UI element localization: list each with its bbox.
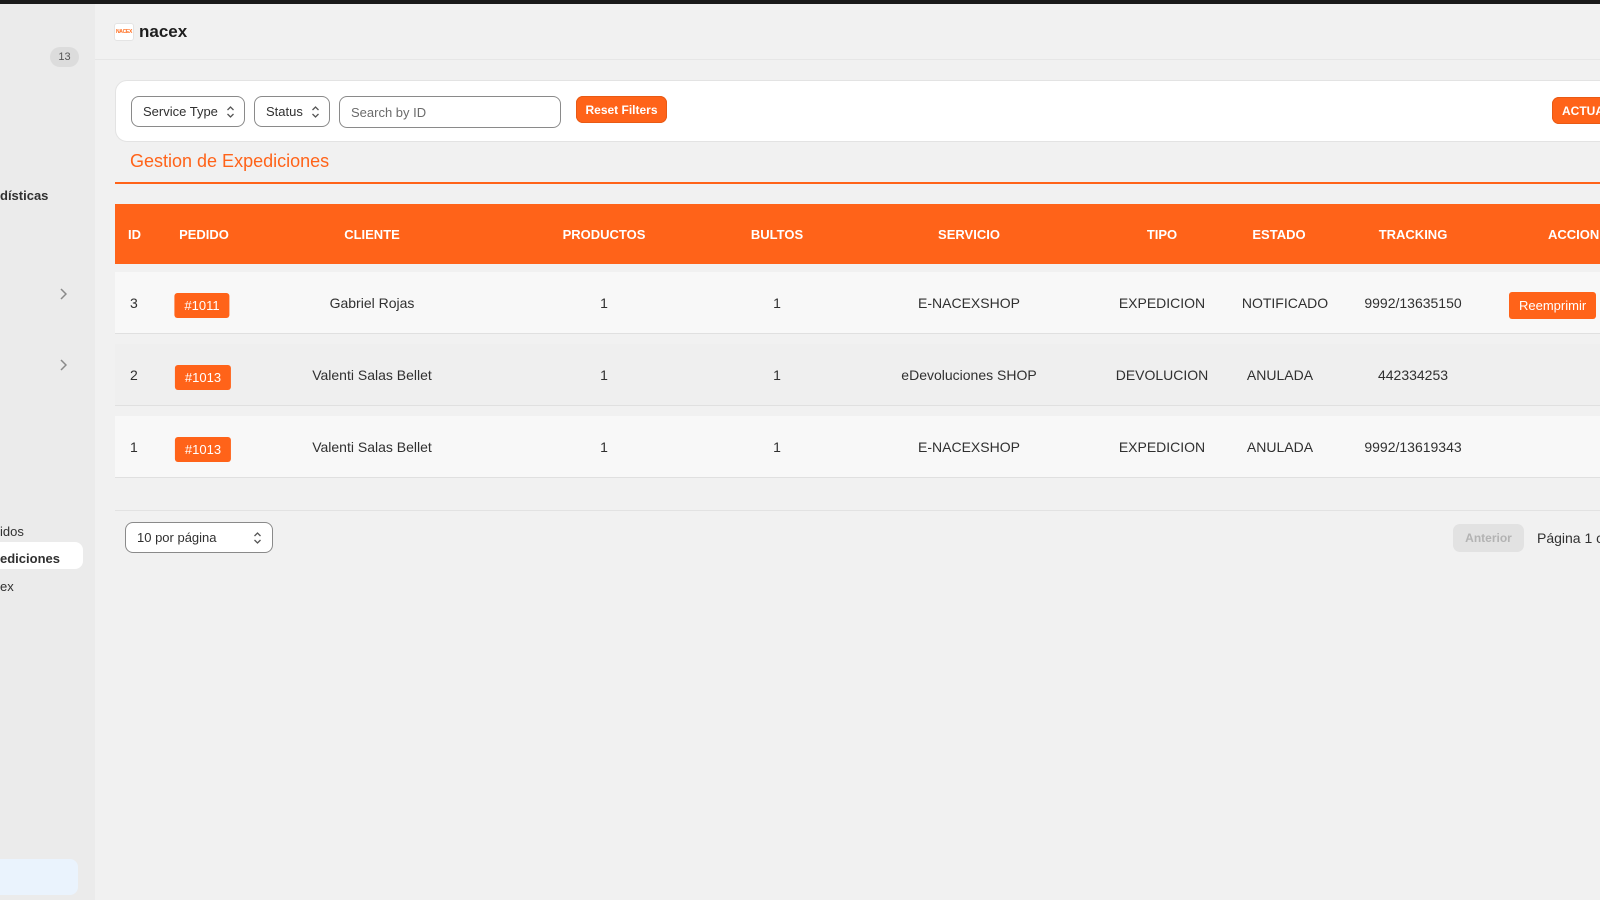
per-page-label: 10 por página (137, 530, 217, 545)
cell-cliente: Gabriel Rojas (329, 295, 415, 311)
app-title: nacex (139, 22, 188, 41)
column-header-productos[interactable]: PRODUCTOS (563, 204, 646, 264)
chevron-right-icon[interactable] (56, 358, 70, 372)
select-arrows-icon (226, 105, 235, 122)
column-header-tracking[interactable]: TRACKING (1379, 204, 1448, 264)
search-input[interactable] (339, 96, 561, 128)
cell-bultos: 1 (773, 367, 781, 383)
page-title: Gestion de Expediciones (130, 151, 330, 171)
column-header-estado[interactable]: ESTADO (1252, 204, 1305, 264)
cell-id: 3 (130, 295, 138, 311)
title-underline (115, 182, 1600, 184)
service-type-select[interactable]: Service Type (131, 96, 245, 127)
cell-bultos: 1 (773, 295, 781, 311)
chevron-right-icon[interactable] (56, 287, 70, 301)
cell-productos: 1 (600, 295, 608, 311)
nacex-logo: NACEX (114, 23, 134, 41)
cell-estado: ANULADA (1246, 367, 1314, 383)
table-row: 2 #1013 Valenti Salas Bellet 1 1 eDevolu… (115, 344, 1600, 406)
refresh-button[interactable]: ACTUA (1552, 97, 1600, 124)
cell-bultos: 1 (773, 439, 781, 455)
column-header-tipo[interactable]: TIPO (1147, 204, 1177, 264)
column-header-servicio[interactable]: SERVICIO (938, 204, 1000, 264)
sidebar: 13 dísticas idos ediciones ex (0, 4, 95, 900)
app-header: NACEX nacex (114, 22, 187, 42)
cell-estado: NOTIFICADO (1241, 295, 1329, 311)
table-header: ID PEDIDO CLIENTE PRODUCTOS BULTOS SERVI… (115, 204, 1600, 264)
sidebar-item-nacex[interactable]: ex (0, 579, 14, 594)
cell-cliente: Valenti Salas Bellet (312, 367, 432, 383)
sidebar-item-expediciones[interactable]: ediciones (0, 551, 60, 566)
cell-tipo: EXPEDICION (1118, 295, 1206, 311)
sidebar-item-pedidos[interactable]: idos (0, 524, 24, 539)
cell-productos: 1 (600, 367, 608, 383)
select-arrows-icon (311, 105, 320, 122)
cell-estado: ANULADA (1246, 439, 1314, 455)
header-divider (95, 59, 1600, 60)
cell-servicio: E-NACEXSHOP (918, 295, 1020, 311)
order-tag[interactable]: #1013 (174, 364, 232, 390)
cell-tipo: DEVOLUCION (1115, 367, 1209, 383)
filters-bar: Service Type Status Reset Filters ACTUA (115, 80, 1600, 142)
status-label: Status (266, 104, 303, 119)
pagination-divider (115, 510, 1600, 511)
cell-tipo: EXPEDICION (1118, 439, 1206, 455)
column-header-bultos[interactable]: BULTOS (751, 204, 803, 264)
column-header-acciones[interactable]: ACCIONI (1548, 204, 1600, 264)
sidebar-bottom-panel[interactable] (0, 859, 78, 895)
cell-id: 1 (130, 439, 138, 455)
window-top-bar (0, 0, 1600, 4)
service-type-label: Service Type (143, 104, 218, 119)
previous-page-button[interactable]: Anterior (1453, 524, 1524, 552)
cell-tracking: 9992/13635150 (1364, 295, 1462, 311)
order-tag[interactable]: #1011 (174, 292, 230, 318)
per-page-select[interactable]: 10 por página (125, 522, 273, 553)
sidebar-item-estadisticas[interactable]: dísticas (0, 188, 48, 203)
cell-id: 2 (130, 367, 138, 383)
column-header-id[interactable]: ID (128, 204, 141, 264)
table-row: 1 #1013 Valenti Salas Bellet 1 1 E-NACEX… (115, 416, 1600, 478)
reprint-button[interactable]: Reemprimir (1509, 292, 1597, 319)
sidebar-count-badge: 13 (50, 47, 79, 67)
cell-tracking: 9992/13619343 (1364, 439, 1462, 455)
page-indicator: Página 1 c (1537, 530, 1600, 546)
column-header-cliente[interactable]: CLIENTE (344, 204, 400, 264)
table-row: 3 #1011 Gabriel Rojas 1 1 E-NACEXSHOP EX… (115, 272, 1600, 334)
cell-servicio: E-NACEXSHOP (918, 439, 1020, 455)
order-tag[interactable]: #1013 (174, 436, 232, 462)
column-header-pedido[interactable]: PEDIDO (179, 204, 229, 264)
status-select[interactable]: Status (254, 96, 330, 127)
select-arrows-icon (253, 531, 262, 548)
cell-servicio: eDevoluciones SHOP (901, 367, 1037, 383)
cell-cliente: Valenti Salas Bellet (312, 439, 432, 455)
cell-productos: 1 (600, 439, 608, 455)
reset-filters-button[interactable]: Reset Filters (576, 96, 667, 123)
cell-tracking: 442334253 (1377, 367, 1449, 383)
